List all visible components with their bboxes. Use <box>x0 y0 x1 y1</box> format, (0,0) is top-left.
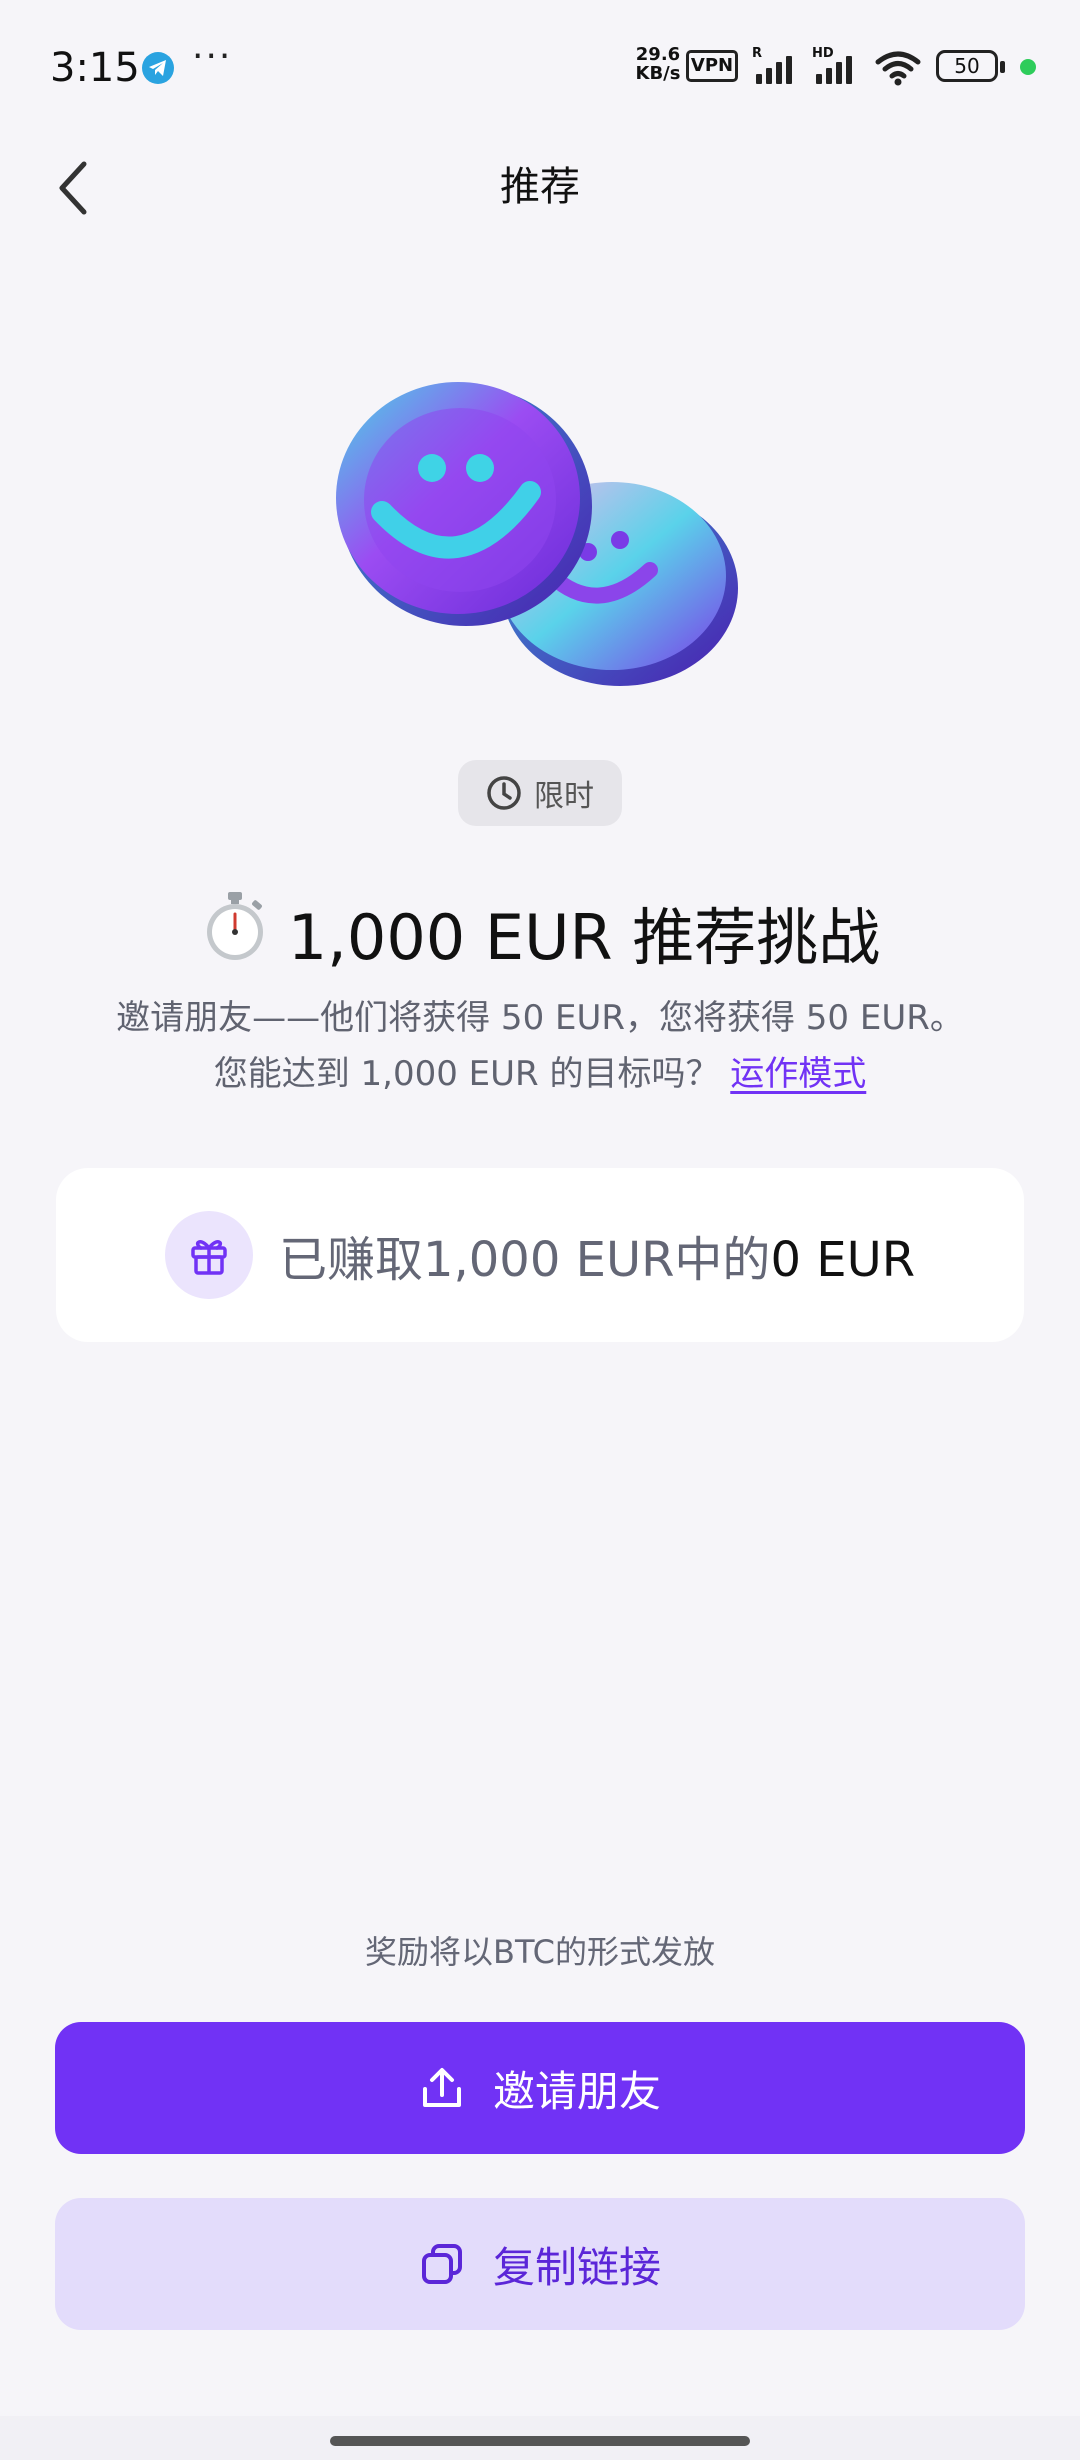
how-it-works-link[interactable]: 运作模式 <box>730 1054 866 1094</box>
copy-link-button[interactable]: 复制链接 <box>55 2198 1025 2330</box>
challenge-title: 1,000 EUR 推荐挑战 <box>287 901 881 974</box>
earned-amount: 0 EUR <box>770 1232 916 1288</box>
description-line-2: 您能达到 1,000 EUR 的目标吗？ <box>213 1054 720 1094</box>
clock-icon <box>487 776 521 810</box>
description-line-1: 邀请朋友——他们将获得 50 EUR，您将获得 50 EUR。 <box>116 998 964 1038</box>
challenge-title-row: 1,000 EUR 推荐挑战 <box>0 892 1080 985</box>
share-upload-icon <box>422 2068 461 2107</box>
privacy-indicator-dot <box>1020 59 1036 75</box>
more-dots-icon: ··· <box>192 36 233 77</box>
challenge-description: 邀请朋友——他们将获得 50 EUR，您将获得 50 EUR。 您能达到 1,0… <box>40 990 1040 1102</box>
earned-progress-card: 已赚取1,000 EUR中的0 EUR <box>56 1168 1024 1342</box>
telegram-icon <box>142 52 174 84</box>
network-speed-unit: KB/s <box>635 63 681 84</box>
page-title: 推荐 <box>500 164 580 210</box>
description-line-2-row: 您能达到 1,000 EUR 的目标吗？ 运作模式 <box>40 1046 1040 1102</box>
vpn-badge: VPN <box>686 50 738 82</box>
limited-time-badge: 限时 <box>458 760 622 826</box>
gift-icon <box>164 1211 253 1299</box>
invite-friends-button[interactable]: 邀请朋友 <box>55 2022 1025 2154</box>
invite-friends-label: 邀请朋友 <box>492 2066 661 2116</box>
copy-icon <box>421 2244 462 2284</box>
reward-note: 奖励将以BTC的形式发放 <box>365 1933 715 1971</box>
network-speed: 29.6 KB/s <box>628 45 688 83</box>
limited-time-label: 限时 <box>534 779 594 814</box>
smiley-coins-illustration <box>320 380 760 710</box>
copy-link-label: 复制链接 <box>492 2242 661 2292</box>
status-bar: 3:15 ··· 29.6 KB/s VPN R HD 50 <box>0 0 1080 130</box>
network-speed-value: 29.6 <box>635 44 681 65</box>
earned-prefix: 已赚取1,000 EUR中的 <box>278 1232 771 1288</box>
status-time: 3:15 <box>50 45 140 91</box>
wifi-icon <box>874 48 922 92</box>
home-indicator[interactable] <box>330 2436 750 2446</box>
stopwatch-icon <box>200 890 270 985</box>
battery-icon: 50 <box>936 50 1005 82</box>
earned-text: 已赚取1,000 EUR中的0 EUR <box>279 1220 915 1290</box>
